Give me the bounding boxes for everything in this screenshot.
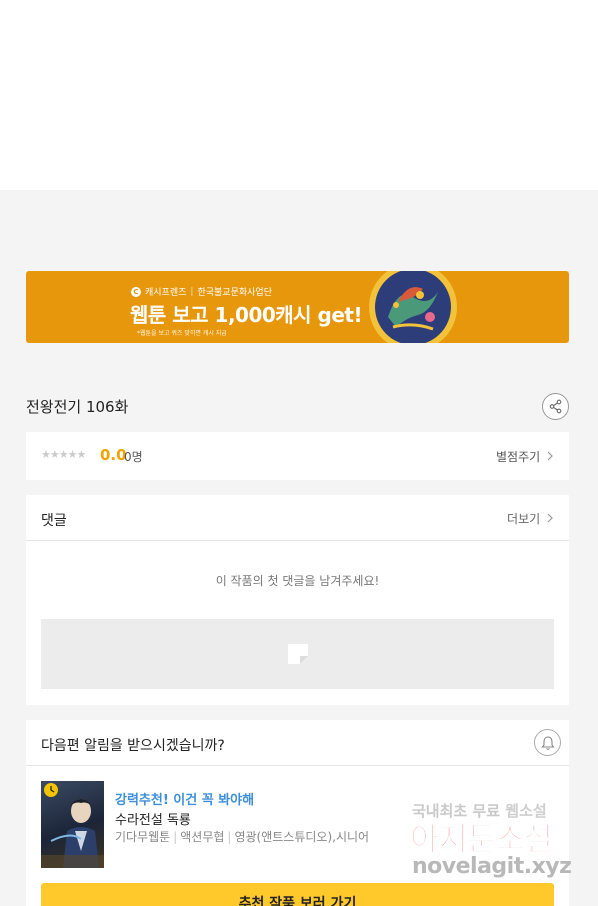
comment-empty-message: 이 작품의 첫 댓글을 남겨주세요! [215, 574, 380, 588]
rating-score: 0.0 [100, 446, 127, 464]
recommendation-meta: 기다무웹툰 | 액션무협 | 영광(앤트스튜디오),시니어 [115, 828, 369, 845]
meta-divider: | [227, 830, 232, 844]
rating-count: 0명 [124, 450, 143, 464]
comment-section: 댓글 더보기 이 작품의 첫 댓글을 남겨주세요! [26, 495, 569, 705]
comment-section-title: 댓글 [41, 513, 67, 529]
comment-input-box[interactable] [41, 619, 554, 689]
banner-brand-name: 캐시프렌즈 [145, 288, 187, 298]
meta-divider: | [173, 830, 178, 844]
divider [26, 540, 569, 541]
share-icon [549, 399, 562, 414]
cover-artwork [41, 783, 104, 868]
next-episode-notice: 다음편 알림을 받으시겠습니까? 강력추천! 이건 꼭 봐야해 수라전설 독룡 … [26, 720, 569, 906]
recommended-cover-image[interactable] [41, 781, 104, 868]
recommendation-genre: 액션무협 [180, 830, 225, 844]
rating-card: ★★★★★ 0.0 0명 별점주기 [26, 432, 569, 480]
ad-blank-area [0, 0, 598, 190]
divider [26, 765, 569, 766]
cashfriends-logo-icon: C [131, 286, 141, 297]
rate-button[interactable]: 별점주기 [496, 448, 554, 465]
chevron-right-icon [547, 513, 553, 523]
recommendation-publisher: 영광(앤트스튜디오),시니어 [234, 830, 370, 844]
share-button[interactable] [542, 393, 569, 420]
bell-icon [540, 735, 555, 750]
promo-banner[interactable]: C 캐시프렌즈 | 한국불교문화사업단 웹툰 보고 1,000캐시 get! *… [26, 271, 569, 343]
banner-divider: | [190, 286, 194, 297]
banner-note: *웹툰을 보고 퀴즈 맞히면 캐시 지급 [137, 330, 227, 337]
chevron-right-icon [547, 451, 553, 461]
recommendation-author: 기다무웹툰 [115, 830, 171, 844]
comment-more-label: 더보기 [507, 512, 541, 526]
episode-title: 전왕전기 106화 [26, 398, 129, 416]
comment-more-button[interactable]: 더보기 [507, 510, 554, 527]
comment-placeholder-icon [287, 644, 308, 664]
recommendation-title[interactable]: 수라전설 독룡 [115, 809, 191, 828]
notice-title: 다음편 알림을 받으시겠습니까? [41, 738, 225, 754]
rating-stars: ★★★★★ [41, 448, 86, 461]
banner-brand: C 캐시프렌즈 | 한국불교문화사업단 [131, 285, 272, 298]
dragon-medal-icon [369, 271, 457, 343]
banner-headline: 웹툰 보고 1,000캐시 get! [130, 303, 363, 327]
rate-button-label: 별점주기 [496, 450, 541, 464]
notification-bell-button[interactable] [534, 729, 561, 756]
recommendation-tag: 강력추천! 이건 꼭 봐야해 [115, 793, 255, 808]
banner-partner: 한국불교문화사업단 [197, 288, 272, 298]
view-recommended-button[interactable]: 추천 작품 보러 가기 [41, 883, 554, 906]
